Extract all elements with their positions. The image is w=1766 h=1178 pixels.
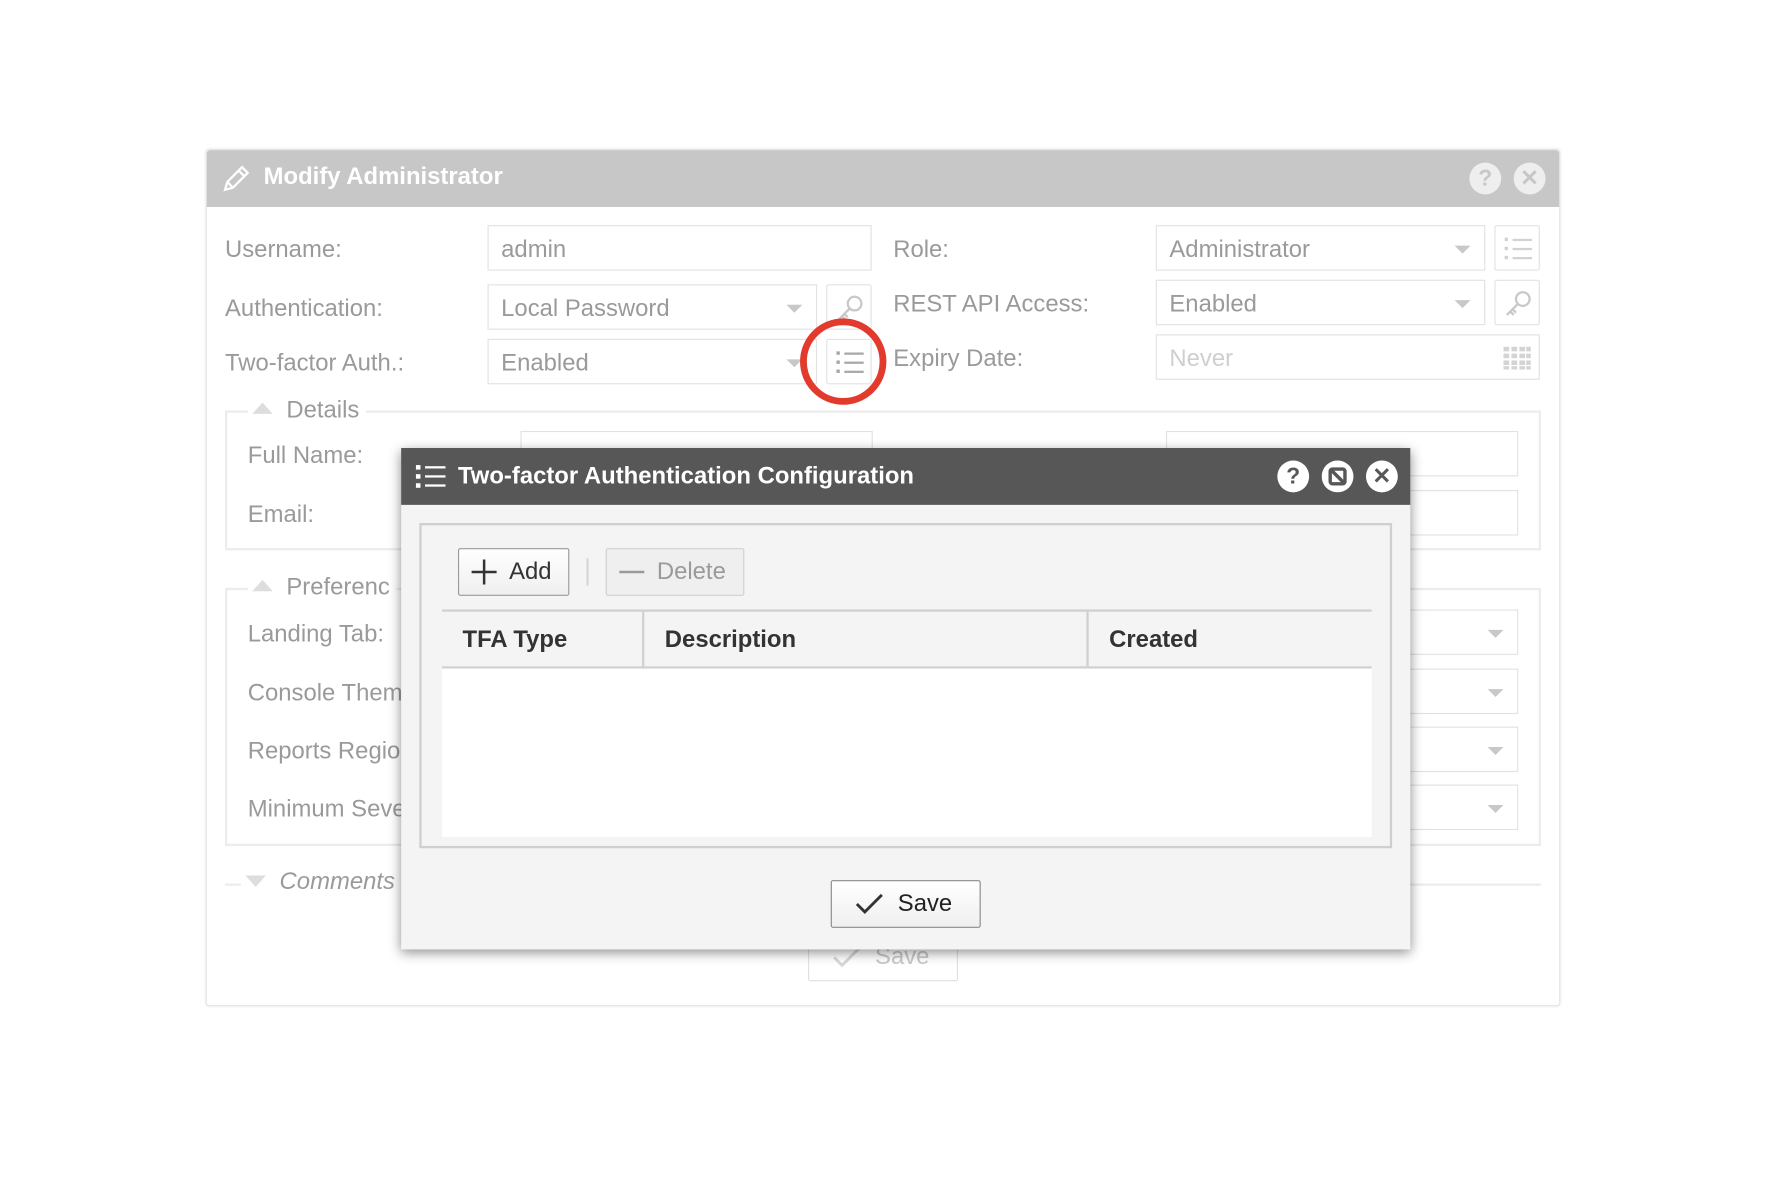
delete-button[interactable]: Delete	[605, 548, 745, 596]
expiry-date-placeholder: Never	[1169, 345, 1234, 372]
chevron-down-icon	[786, 304, 803, 313]
chevron-down-icon	[1487, 805, 1504, 814]
checkmark-icon	[855, 893, 883, 914]
toolbar-separator	[586, 558, 589, 586]
comments-legend[interactable]: Comments	[240, 868, 402, 897]
tfa-panel: Add Delete TFA Type Description Created	[419, 523, 1393, 849]
close-icon[interactable]: ✕	[1365, 460, 1398, 493]
plus-icon	[471, 559, 497, 585]
minimum-severity-label: Minimum Seve	[247, 795, 406, 823]
expiry-date-label: Expiry Date:	[893, 345, 1024, 372]
add-button[interactable]: Add	[457, 548, 570, 596]
username-input[interactable]: admin	[487, 225, 872, 271]
dialog-title: Two-factor Authentication Configuration	[457, 462, 915, 489]
role-value: Administrator	[1169, 236, 1310, 263]
role-list-button[interactable]	[1494, 225, 1540, 271]
expand-down-icon	[245, 876, 266, 888]
close-icon[interactable]: ✕	[1513, 162, 1546, 195]
preferences-legend-label: Preferenc	[286, 574, 390, 601]
dialog-titlebar: Two-factor Authentication Configuration …	[401, 448, 1411, 505]
rest-api-value: Enabled	[1169, 291, 1257, 318]
collapse-up-icon	[252, 580, 273, 592]
chevron-down-icon	[1454, 300, 1471, 309]
minimize-icon[interactable]	[1321, 460, 1354, 499]
key-icon	[1506, 291, 1531, 316]
calendar-icon[interactable]	[1502, 345, 1532, 372]
full-name-label: Full Name:	[247, 442, 364, 469]
dialog-titlebar: Modify Administrator ? ✕	[206, 150, 1560, 207]
comments-legend-label: Comments	[279, 868, 395, 895]
two-factor-select[interactable]: Enabled	[487, 338, 818, 385]
chevron-down-icon	[1487, 747, 1504, 756]
delete-button-label: Delete	[656, 558, 726, 585]
tfa-table: TFA Type Description Created	[442, 609, 1372, 837]
collapse-up-icon	[252, 403, 273, 415]
highlight-circle	[800, 318, 887, 405]
authentication-select[interactable]: Local Password	[487, 284, 818, 330]
table-body	[442, 668, 1372, 837]
rest-api-key-button[interactable]	[1494, 279, 1540, 326]
save-button-label: Save	[897, 890, 953, 917]
two-factor-value: Enabled	[501, 350, 589, 377]
pencil-icon	[220, 163, 252, 201]
chevron-down-icon	[1487, 629, 1504, 638]
two-factor-label: Two-factor Auth.:	[225, 350, 405, 377]
table-header: TFA Type Description Created	[442, 609, 1372, 669]
authentication-label: Authentication:	[225, 295, 383, 322]
rest-api-label: REST API Access:	[893, 291, 1090, 318]
authentication-value: Local Password	[501, 295, 670, 322]
chevron-down-icon	[1487, 689, 1504, 698]
dialog-title: Modify Administrator	[263, 163, 503, 190]
details-legend[interactable]: Details	[247, 396, 367, 425]
landing-tab-label: Landing Tab:	[247, 620, 384, 647]
reports-region-label: Reports Regio	[247, 737, 401, 765]
role-label: Role:	[893, 236, 949, 263]
help-icon[interactable]: ?	[1277, 460, 1310, 493]
expiry-date-input[interactable]: Never	[1155, 334, 1540, 380]
column-header-tfa-type[interactable]: TFA Type	[442, 611, 645, 667]
console-theme-label: Console Them	[247, 679, 403, 707]
tfa-config-dialog: Two-factor Authentication Configuration …	[401, 448, 1411, 950]
rest-api-select[interactable]: Enabled	[1155, 279, 1486, 326]
add-button-label: Add	[509, 558, 552, 585]
preferences-legend[interactable]: Preferenc	[247, 574, 397, 602]
role-select[interactable]: Administrator	[1155, 225, 1486, 271]
username-label: Username:	[225, 236, 342, 263]
list-icon	[415, 465, 446, 488]
list-icon	[1504, 237, 1532, 260]
help-icon[interactable]: ?	[1469, 162, 1502, 195]
chevron-down-icon	[1454, 245, 1471, 254]
column-header-created[interactable]: Created	[1089, 612, 1372, 667]
save-button[interactable]: Save	[830, 880, 981, 928]
minus-icon	[619, 570, 645, 574]
column-header-description[interactable]: Description	[644, 611, 1089, 667]
details-legend-label: Details	[286, 396, 360, 423]
email-label: Email:	[247, 501, 315, 528]
